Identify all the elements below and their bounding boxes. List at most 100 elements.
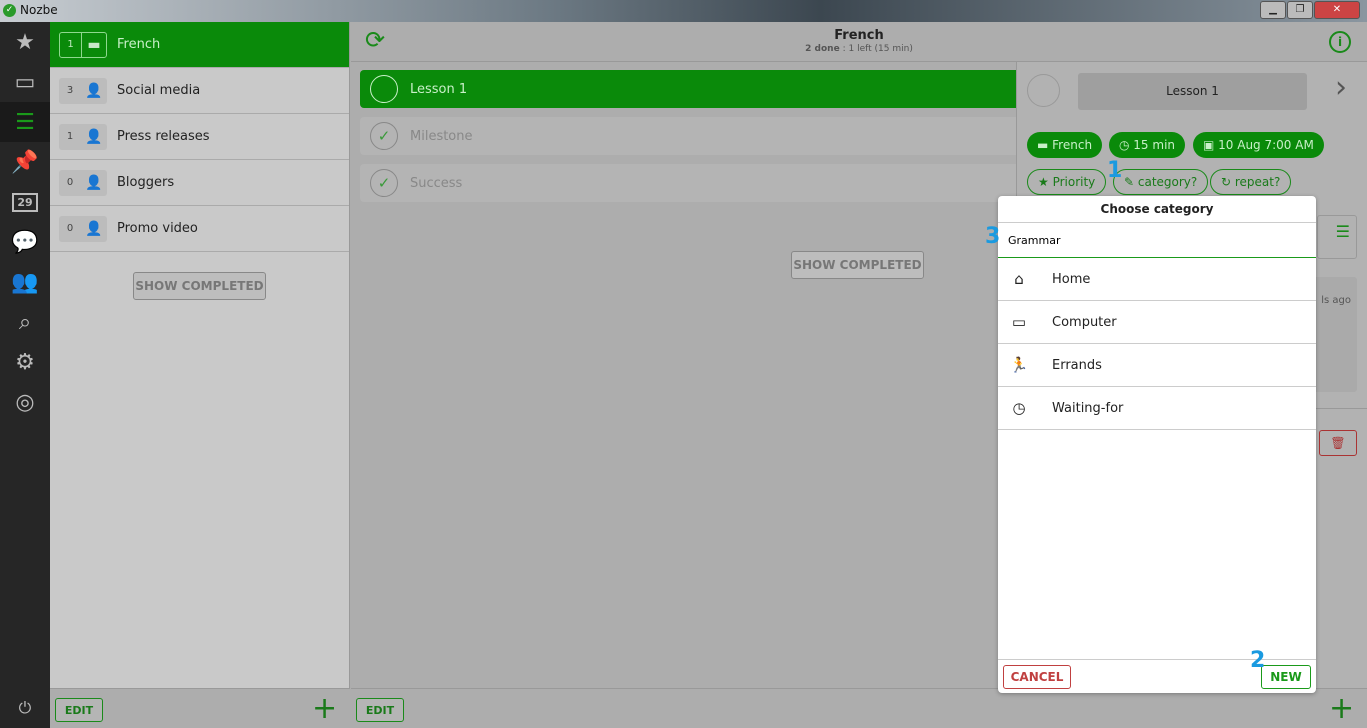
- category-item-errands[interactable]: 🏃 Errands: [998, 344, 1316, 387]
- star-icon: ★: [1038, 175, 1053, 189]
- search-icon: ⌕: [18, 309, 32, 335]
- dialog-title: Choose category: [998, 196, 1316, 223]
- done-count: 2 done: [805, 44, 840, 54]
- pin-icon: ✎: [1124, 175, 1138, 189]
- chevron-right-icon[interactable]: ›: [1335, 70, 1347, 105]
- home-icon: ⌂: [1014, 270, 1024, 288]
- person-icon: 👤: [85, 82, 103, 99]
- category-item-home[interactable]: ⌂ Home: [998, 258, 1316, 301]
- chip-label: Priority: [1052, 175, 1096, 189]
- project-chip[interactable]: ▬ French: [1027, 132, 1103, 158]
- task-panel-footer: EDIT +: [351, 688, 1367, 728]
- annotation-3: 3: [985, 224, 1001, 249]
- main-nav: ★ ▭ ☰ 📌 29 💬 👥 ⌕ ⚙ ◎ ⏻: [0, 22, 50, 728]
- priority-chip[interactable]: ★ Priority: [1027, 169, 1107, 195]
- add-task-button[interactable]: +: [1329, 691, 1354, 726]
- comment-time: ls ago: [1321, 295, 1351, 306]
- close-button[interactable]: ✕: [1314, 1, 1360, 19]
- chip-label: repeat?: [1234, 175, 1281, 189]
- add-project-button[interactable]: +: [312, 691, 337, 726]
- task-label: Milestone: [410, 128, 473, 144]
- person-icon: 👤: [85, 220, 103, 237]
- task-count-badge: 0 👤: [59, 169, 107, 196]
- power-button[interactable]: ⏻: [0, 688, 50, 728]
- task-item[interactable]: Lesson 1: [360, 70, 1020, 108]
- trash-icon[interactable]: 🗑: [1319, 430, 1357, 456]
- chip-label: French: [1052, 138, 1093, 152]
- minimize-button[interactable]: ▁: [1260, 1, 1286, 19]
- edit-projects-button[interactable]: EDIT: [55, 698, 103, 722]
- date-chip[interactable]: ▣ 10 Aug 7:00 AM: [1193, 132, 1324, 158]
- nav-inbox[interactable]: ▭: [0, 62, 50, 102]
- task-header: ⟳ French 2 done : 1 left (15 min) i: [351, 22, 1367, 62]
- inbox-icon: ▭: [14, 69, 36, 95]
- nav-priority[interactable]: ★: [0, 22, 50, 62]
- category-chip[interactable]: ✎ category?: [1113, 169, 1209, 195]
- info-icon[interactable]: i: [1329, 31, 1351, 53]
- project-item-bloggers[interactable]: 0 👤 Bloggers: [50, 160, 349, 206]
- gear-icon: ⚙: [15, 349, 35, 375]
- checklist-icon[interactable]: ☰: [1317, 215, 1357, 259]
- project-item-press-releases[interactable]: 1 👤 Press releases: [50, 114, 349, 160]
- chip-label: 15 min: [1133, 138, 1176, 152]
- power-icon: ⏻: [18, 698, 32, 717]
- person-icon: 👤: [85, 128, 103, 145]
- show-completed-projects-button[interactable]: SHOW COMPLETED: [133, 272, 266, 300]
- category-name-input[interactable]: [998, 223, 1316, 258]
- project-list-footer: EDIT +: [50, 688, 350, 728]
- task-count-badge: 1 👤: [59, 123, 107, 150]
- project-label: French: [117, 37, 161, 52]
- nav-calendar[interactable]: 29: [0, 182, 50, 222]
- task-item[interactable]: ✓ Milestone: [360, 117, 1020, 155]
- pin-icon: 📌: [11, 149, 39, 175]
- clock-icon: ◷: [1119, 138, 1134, 152]
- task-checkbox[interactable]: [370, 75, 398, 103]
- cancel-button[interactable]: CANCEL: [1003, 665, 1071, 689]
- project-list: 1 ▬ French 3 👤 Social media 1 👤 Press releases…: [50, 22, 350, 688]
- complete-task-checkbox[interactable]: [1027, 74, 1060, 107]
- team-icon: 👥: [11, 269, 39, 295]
- nav-search[interactable]: ⌕: [0, 302, 50, 342]
- category-label: Errands: [1052, 357, 1102, 373]
- task-count: 0: [66, 177, 74, 188]
- title-bar: ✓ Nozbe ▁ ❐ ✕: [0, 0, 1367, 22]
- stats-separator: :: [842, 44, 846, 54]
- project-item-french[interactable]: 1 ▬ French: [50, 22, 349, 68]
- task-label: Success: [410, 175, 463, 191]
- repeat-chip[interactable]: ↻ repeat?: [1210, 169, 1292, 195]
- nav-projects[interactable]: ☰: [0, 102, 50, 142]
- check-icon[interactable]: ✓: [370, 122, 398, 150]
- task-count-badge: 3 👤: [59, 77, 107, 104]
- task-count-badge: 0 👤: [59, 215, 107, 242]
- nav-comments[interactable]: 💬: [0, 222, 50, 262]
- project-label: Bloggers: [117, 175, 175, 190]
- left-count: 1 left (15 min): [848, 44, 913, 54]
- category-item-waiting-for[interactable]: ◷ Waiting-for: [998, 387, 1316, 430]
- task-name-field[interactable]: Lesson 1: [1078, 73, 1307, 110]
- window-title: Nozbe: [20, 3, 58, 17]
- new-category-button[interactable]: NEW: [1261, 665, 1311, 689]
- nozbe-logo-icon: ✓: [3, 4, 16, 17]
- edit-tasks-button[interactable]: EDIT: [356, 698, 404, 722]
- annotation-2: 2: [1250, 648, 1266, 673]
- nav-team[interactable]: 👥: [0, 262, 50, 302]
- task-count: 3: [66, 85, 74, 96]
- project-label: Social media: [117, 83, 201, 98]
- task-count-badge: 1 ▬: [59, 31, 107, 58]
- show-completed-tasks-button[interactable]: SHOW COMPLETED: [791, 251, 924, 279]
- nav-settings[interactable]: ⚙: [0, 342, 50, 382]
- running-icon: 🏃: [1009, 356, 1029, 374]
- lifebuoy-icon: ◎: [15, 389, 35, 415]
- category-label: Computer: [1052, 314, 1117, 330]
- check-icon[interactable]: ✓: [370, 169, 398, 197]
- time-chip[interactable]: ◷ 15 min: [1109, 132, 1186, 158]
- nav-help[interactable]: ◎: [0, 382, 50, 422]
- category-item-computer[interactable]: ▭ Computer: [998, 301, 1316, 344]
- maximize-button[interactable]: ❐: [1287, 1, 1313, 19]
- choose-category-dialog: Choose category ⌂ Home ▭ Computer 🏃 Errands…: [998, 196, 1316, 693]
- nav-categories[interactable]: 📌: [0, 142, 50, 182]
- project-item-promo-video[interactable]: 0 👤 Promo video: [50, 206, 349, 252]
- project-item-social-media[interactable]: 3 👤 Social media: [50, 68, 349, 114]
- task-item[interactable]: ✓ Success: [360, 164, 1020, 202]
- calendar-icon: 29: [12, 192, 38, 212]
